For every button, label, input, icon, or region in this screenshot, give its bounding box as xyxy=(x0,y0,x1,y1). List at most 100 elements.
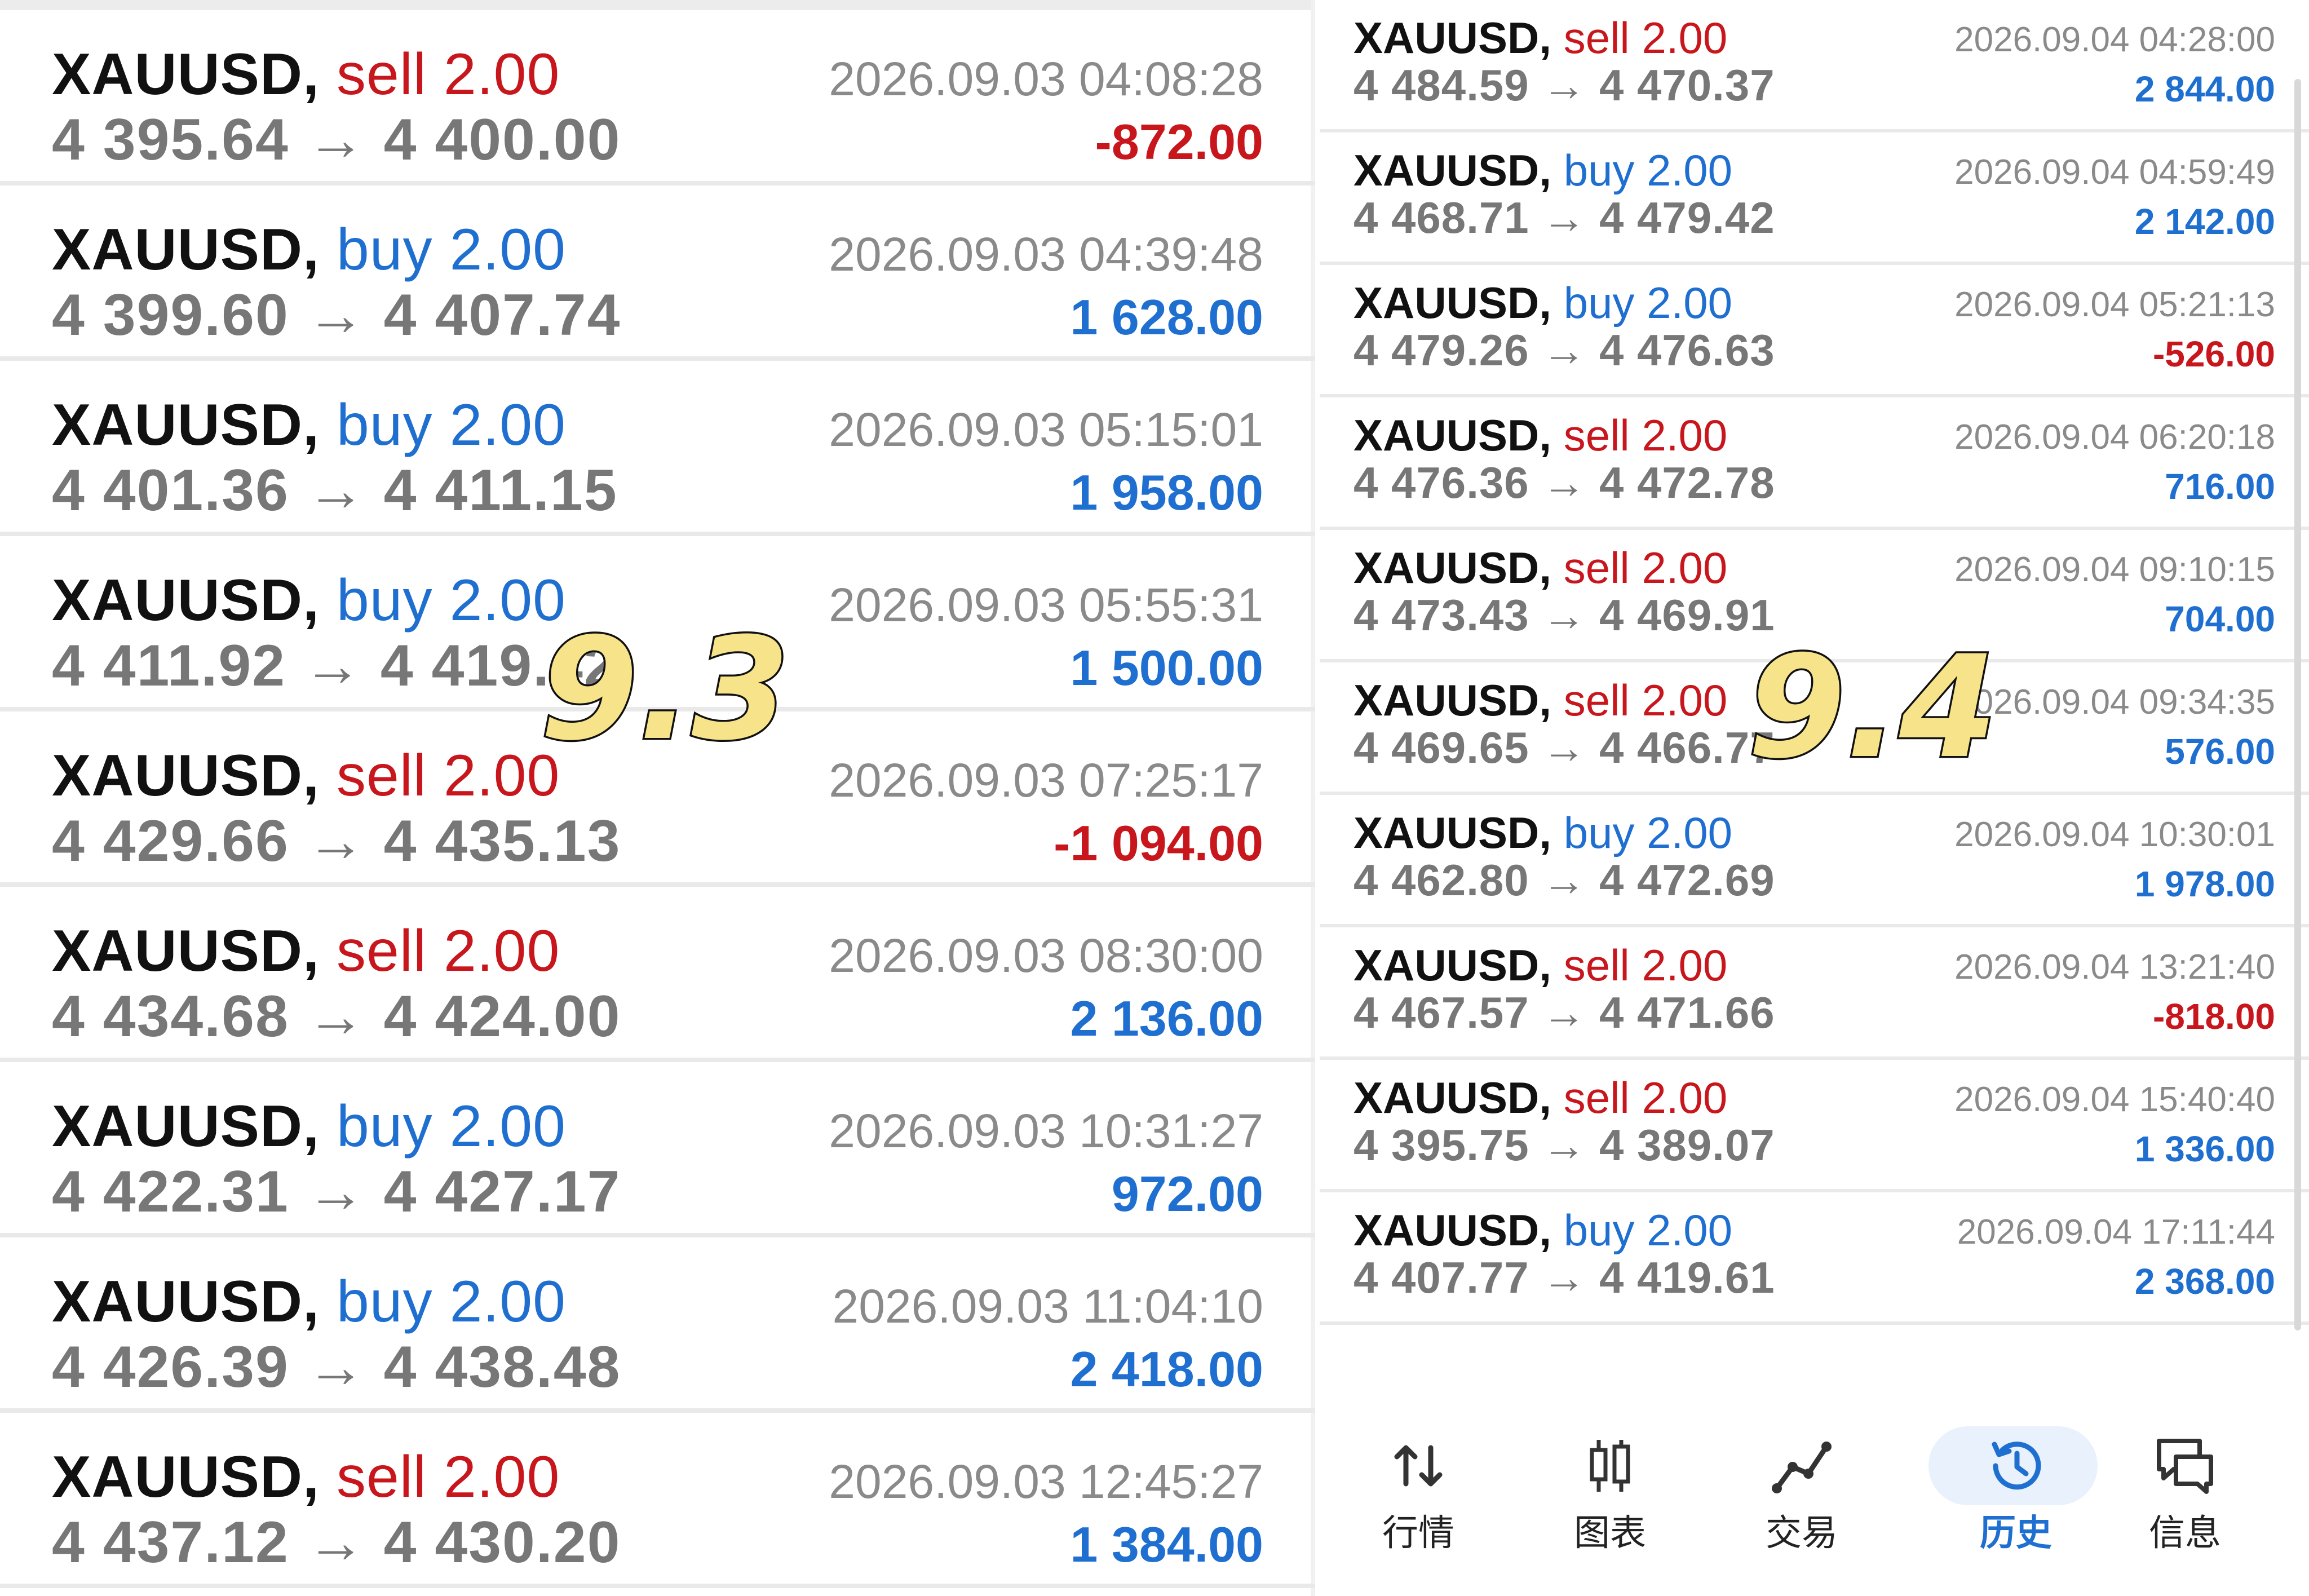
open-price: 4 407.77 xyxy=(1353,1253,1529,1302)
trade-title: XAUUSD, sell 2.00 xyxy=(1353,678,1727,722)
trade-symbol: XAUUSD, xyxy=(52,42,320,107)
open-price: 4 426.39 xyxy=(52,1334,289,1400)
trade-title: XAUUSD, sell 2.00 xyxy=(1353,943,1727,987)
open-price: 4 395.64 xyxy=(52,107,289,173)
trade-title: XAUUSD, sell 2.00 xyxy=(1353,413,1727,457)
trade-volume: 2.00 xyxy=(1642,543,1728,593)
close-price: 4 411.15 xyxy=(383,458,618,523)
nav-item-trade[interactable]: 交易 xyxy=(1717,1432,1886,1567)
trade-prices: 4 467.57 → 4 471.66 xyxy=(1353,991,1775,1034)
trade-row[interactable]: XAUUSD, buy 2.00 4 426.39 → 4 438.48 2026.… xyxy=(0,1237,1315,1413)
trade-symbol: XAUUSD, xyxy=(52,1444,320,1510)
trade-row[interactable]: XAUUSD, buy 2.00 4 401.36 → 4 411.15 2026.… xyxy=(0,361,1315,536)
history-panel-day-1: XAUUSD, sell 2.00 4 395.64 → 4 400.00 2026… xyxy=(0,0,1315,1596)
trade-time: 2026.09.03 08:30:00 xyxy=(829,929,1263,982)
trade-time: 2026.09.04 06:20:18 xyxy=(1954,418,2275,457)
trade-row[interactable]: XAUUSD, buy 2.00 4 407.77 → 4 419.61 2026.… xyxy=(1320,1192,2309,1325)
trade-side: buy xyxy=(1563,278,1635,328)
trade-row[interactable]: XAUUSD, sell 2.00 4 434.68 → 4 424.00 2026… xyxy=(0,887,1315,1062)
trade-volume: 2.00 xyxy=(449,1094,566,1159)
trade-symbol: XAUUSD, xyxy=(52,568,320,633)
trade-row[interactable]: XAUUSD, buy 2.00 4 468.71 → 4 479.42 2026.… xyxy=(1320,132,2309,265)
candlestick-chart-icon xyxy=(1590,1440,1630,1492)
trade-prices: 4 395.75 → 4 389.07 xyxy=(1353,1123,1775,1167)
trade-row[interactable]: XAUUSD, sell 2.00 4 395.64 → 4 400.00 2026… xyxy=(0,10,1315,185)
trade-symbol: XAUUSD, xyxy=(1353,808,1552,857)
arrow-icon: → xyxy=(306,107,366,173)
trade-row[interactable]: XAUUSD, sell 2.00 4 467.57 → 4 471.66 2026… xyxy=(1320,927,2309,1060)
close-price: 4 424.00 xyxy=(383,984,621,1049)
trade-row[interactable]: XAUUSD, buy 2.00 4 479.26 → 4 476.63 2026.… xyxy=(1320,265,2309,397)
trade-row[interactable]: XAUUSD, sell 2.00 4 395.75 → 4 389.07 2026… xyxy=(1320,1060,2309,1192)
trade-time: 2026.09.04 17:11:44 xyxy=(1957,1213,2275,1252)
trade-title: XAUUSD, sell 2.00 xyxy=(52,1448,560,1506)
trade-side: sell xyxy=(336,918,427,984)
nav-item-messages[interactable]: 信息 xyxy=(2100,1432,2270,1567)
trade-side: buy xyxy=(336,568,433,633)
trade-prices: 4 476.36 → 4 472.78 xyxy=(1353,461,1775,505)
trade-title: XAUUSD, sell 2.00 xyxy=(1353,546,1727,590)
open-price: 4 411.92 xyxy=(52,633,286,698)
arrow-icon: → xyxy=(1542,590,1587,640)
trade-row[interactable]: XAUUSD, buy 2.00 4 399.60 → 4 407.74 2026.… xyxy=(0,185,1315,361)
trade-symbol: XAUUSD, xyxy=(1353,543,1552,593)
nav-item-chart[interactable]: 图表 xyxy=(1525,1432,1695,1567)
trade-time: 2026.09.03 04:39:48 xyxy=(829,228,1263,281)
arrow-icon: → xyxy=(303,633,363,698)
date-stamp: 9.3 xyxy=(538,607,792,771)
scrollbar[interactable] xyxy=(2294,79,2301,1330)
trade-title: XAUUSD, buy 2.00 xyxy=(1353,811,1732,855)
trade-row[interactable]: XAUUSD, sell 2.00 4 437.12 → 4 430.20 2026… xyxy=(0,1413,1315,1588)
nav-label: 信息 xyxy=(2149,1513,2221,1554)
trade-symbol: XAUUSD, xyxy=(1353,13,1552,63)
history-clock-icon xyxy=(1992,1442,2041,1490)
panel-top-divider xyxy=(0,0,1311,10)
trade-profit: 2 418.00 xyxy=(1070,1341,1263,1397)
trade-time: 2026.09.03 07:25:17 xyxy=(829,754,1263,807)
bottom-navigation: 行情 图表 交易 历史 信息 xyxy=(1320,1398,2309,1596)
trade-volume: 2.00 xyxy=(1647,808,1732,857)
trade-volume: 2.00 xyxy=(443,1444,560,1510)
date-stamp: 9.4 xyxy=(1746,625,2000,789)
trade-symbol: XAUUSD, xyxy=(52,1269,320,1334)
trade-row[interactable]: XAUUSD, buy 2.00 4 422.31 → 4 427.17 2026.… xyxy=(0,1062,1315,1237)
trade-prices: 4 399.60 → 4 407.74 xyxy=(52,286,621,344)
nav-item-quotes[interactable]: 行情 xyxy=(1334,1432,1503,1567)
trade-profit: 2 142.00 xyxy=(2134,201,2275,242)
close-price: 4 400.00 xyxy=(383,107,621,173)
trade-profit: 704.00 xyxy=(2165,599,2275,639)
trade-side: buy xyxy=(336,392,433,458)
trade-side: buy xyxy=(336,1269,433,1334)
trade-side: sell xyxy=(1563,940,1630,990)
open-price: 4 429.66 xyxy=(52,808,289,874)
arrow-icon: → xyxy=(1542,193,1587,242)
trade-time: 2026.09.04 05:21:13 xyxy=(1954,285,2275,324)
trade-time: 2026.09.04 04:59:49 xyxy=(1954,153,2275,192)
arrow-icon: → xyxy=(1542,723,1587,772)
arrow-icon: → xyxy=(1542,1253,1587,1302)
trade-prices: 4 401.36 → 4 411.15 xyxy=(52,461,618,520)
trade-prices: 4 422.31 → 4 427.17 xyxy=(52,1162,621,1221)
nav-item-history[interactable]: 历史 xyxy=(1909,1426,2098,1567)
trade-volume: 2.00 xyxy=(449,1269,566,1334)
trade-side: sell xyxy=(336,1444,427,1510)
trade-side: sell xyxy=(336,743,427,808)
trade-profit: 1 500.00 xyxy=(1070,640,1263,696)
arrow-icon: → xyxy=(306,458,366,523)
trade-prices: 4 395.64 → 4 400.00 xyxy=(52,110,621,169)
trade-side: buy xyxy=(336,1094,433,1159)
trade-title: XAUUSD, buy 2.00 xyxy=(52,1272,566,1331)
trade-volume: 2.00 xyxy=(1647,278,1732,328)
arrow-icon: → xyxy=(306,282,366,348)
trade-row[interactable]: XAUUSD, buy 2.00 4 462.80 → 4 472.69 2026.… xyxy=(1320,795,2309,927)
quotes-arrows-icon xyxy=(1394,1445,1443,1487)
trade-symbol: XAUUSD, xyxy=(1353,940,1552,990)
trade-row[interactable]: XAUUSD, sell 2.00 4 484.59 → 4 470.37 2026… xyxy=(1320,0,2309,132)
trade-prices: 4 473.43 → 4 469.91 xyxy=(1353,593,1775,637)
trade-profit: 1 336.00 xyxy=(2134,1129,2275,1169)
trade-volume: 2.00 xyxy=(443,42,560,107)
trade-row[interactable]: XAUUSD, sell 2.00 4 476.36 → 4 472.78 2026… xyxy=(1320,397,2309,530)
trade-time: 2026.09.04 09:34:35 xyxy=(1954,683,2275,722)
trade-side: sell xyxy=(1563,675,1630,725)
close-price: 4 407.74 xyxy=(383,282,621,348)
